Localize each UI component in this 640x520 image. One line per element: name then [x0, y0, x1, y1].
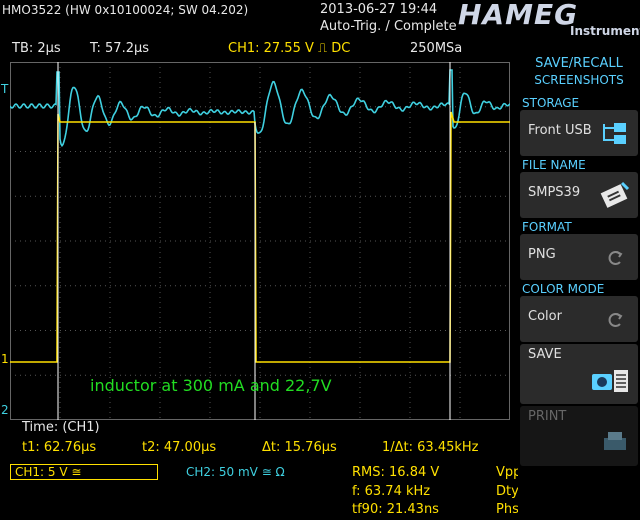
meas-rms: RMS: 16.84 V: [352, 465, 440, 480]
rotary-knob-icon: [608, 251, 623, 265]
save-button[interactable]: SAVE: [520, 344, 638, 404]
timebase: TB: 2µs: [12, 41, 61, 56]
camera-save-icon: [592, 370, 628, 392]
sample-rate: 250MSa: [410, 41, 463, 56]
ch2-level-marker: 2: [1, 403, 9, 417]
datetime: 2013-06-27 19:44: [320, 2, 438, 17]
meas-tf90: tf90: 21.43ns: [352, 502, 439, 517]
cursor-t2: t2: 47.00µs: [142, 440, 217, 455]
filename-label: FILE NAME: [522, 158, 586, 172]
cursor-t1: t1: 62.76µs: [22, 440, 97, 455]
print-button[interactable]: PRINT: [520, 406, 638, 466]
brand-subtitle: Instruments: [570, 24, 640, 38]
info-bar: TB: 2µs T: 57.2µs CH1: 27.55 V ⎍ DC 250M…: [0, 40, 518, 60]
format-value: PNG: [528, 247, 556, 262]
colormode-value: Color: [528, 309, 562, 324]
storage-label: STORAGE: [522, 96, 580, 110]
print-label: PRINT: [528, 409, 567, 424]
meas-freq: f: 63.74 kHz: [352, 484, 431, 499]
ch2-scale[interactable]: CH2: 50 mV ≅ Ω: [186, 465, 285, 479]
keyboard-edit-icon: [600, 181, 630, 208]
format-label: FORMAT: [522, 220, 572, 234]
cursor-readout: Time: (CH1) t1: 62.76µs t2: 47.00µs Δt: …: [10, 420, 510, 462]
storage-value: Front USB: [528, 123, 592, 138]
trigger-time: T: 57.2µs: [90, 41, 150, 56]
trigger-level-marker: T: [1, 82, 9, 96]
rotary-knob-icon: [608, 313, 623, 327]
waveform-display[interactable]: inductor at 300 mA and 22,7V: [10, 62, 510, 420]
annotation-text: inductor at 300 mA and 22,7V: [90, 376, 332, 395]
softkey-menu: SAVE/RECALL SCREENSHOTS STORAGE Front US…: [518, 56, 640, 520]
colormode-label: COLOR MODE: [522, 282, 605, 296]
ch1-level-marker: 1: [1, 352, 9, 366]
cursor-inv-delta-t: 1/Δt: 63.45kHz: [382, 440, 479, 455]
filename-button[interactable]: SMPS39: [520, 172, 638, 218]
device-info: HMO3522 (HW 0x10100024; SW 04.202): [2, 3, 249, 17]
cursor-delta-t: Δt: 15.76µs: [262, 440, 337, 455]
usb-folder-icon: [603, 123, 626, 144]
printer-icon: [604, 432, 626, 450]
bottom-bar: CH1: 5 V ≅ CH2: 50 mV ≅ Ω RMS: 16.84 V f…: [0, 462, 592, 520]
trigger-status: Auto-Trig. / Complete: [320, 19, 457, 34]
ch1-trigger-setting: CH1: 27.55 V ⎍ DC: [228, 41, 351, 56]
cursor-title: Time: (CH1): [22, 420, 100, 435]
ch1-scale[interactable]: CH1: 5 V ≅: [10, 464, 158, 480]
graticule: [10, 62, 510, 420]
storage-button[interactable]: Front USB: [520, 110, 638, 156]
brand-logo: HAMEG: [458, 0, 579, 31]
format-button[interactable]: PNG: [520, 234, 638, 280]
filename-value: SMPS39: [528, 185, 581, 200]
save-label: SAVE: [528, 347, 562, 362]
top-bar: HMO3522 (HW 0x10100024; SW 04.202) 2013-…: [0, 0, 640, 40]
colormode-button[interactable]: Color: [520, 296, 638, 342]
menu-title-2: SCREENSHOTS: [534, 73, 624, 87]
menu-title-1: SAVE/RECALL: [535, 56, 623, 71]
